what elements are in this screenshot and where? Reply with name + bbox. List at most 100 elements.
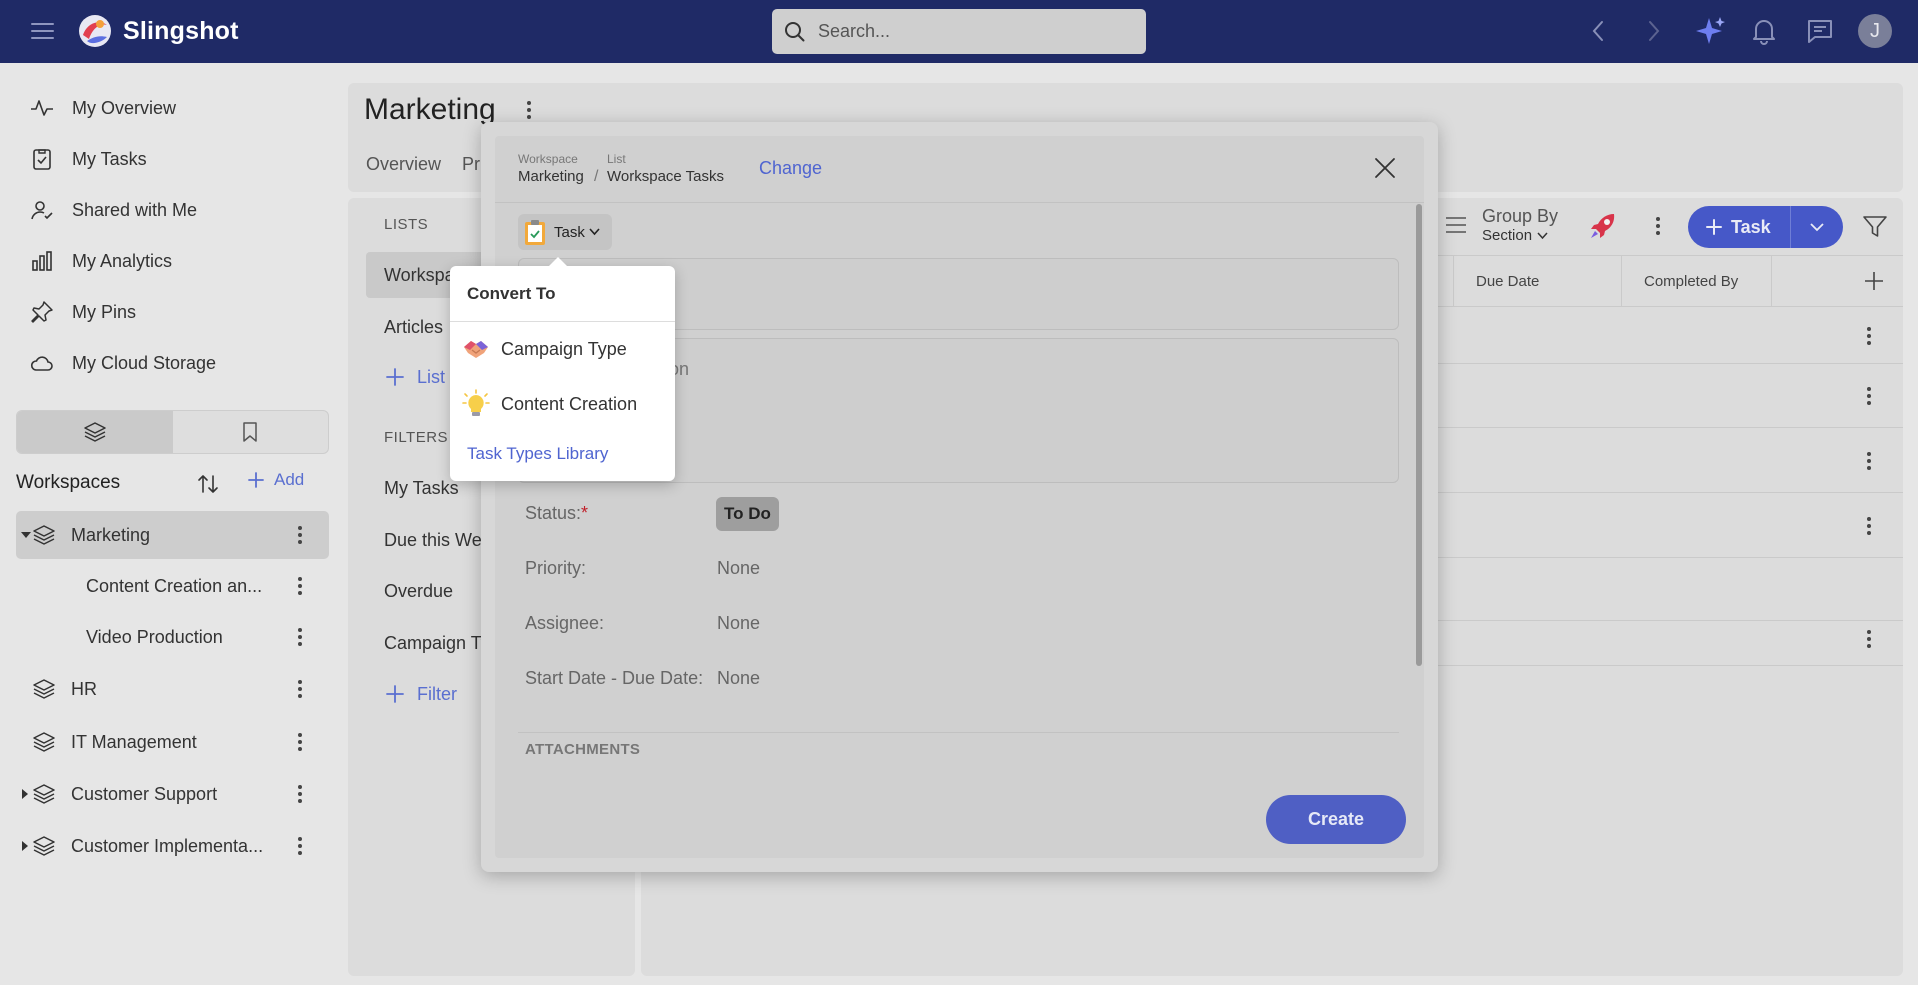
change-location-link[interactable]: Change [759, 158, 822, 179]
row-more-icon[interactable] [1866, 386, 1872, 406]
add-column-button[interactable] [1771, 255, 1903, 307]
user-avatar[interactable]: J [1858, 14, 1892, 48]
lightbulb-icon [462, 389, 490, 416]
convert-campaign-type[interactable]: Campaign Type [462, 333, 627, 365]
clipboard-task-icon [525, 220, 545, 245]
workspace-customer-support[interactable]: Customer Support [16, 770, 329, 818]
attachments-title: ATTACHMENTS [525, 741, 641, 758]
priority-value[interactable]: None [717, 558, 760, 579]
ai-sparkle-icon[interactable] [1695, 15, 1727, 47]
handshake-icon [464, 341, 488, 358]
chevron-down-icon [1537, 231, 1548, 239]
more-vertical-icon[interactable] [297, 525, 303, 545]
lists-section-title: LISTS [384, 216, 429, 233]
tab-overview[interactable]: Overview [366, 154, 441, 175]
filter-my-tasks[interactable]: My Tasks [366, 465, 459, 511]
more-vertical-icon[interactable] [297, 732, 303, 752]
nav-my-pins[interactable]: My Pins [30, 300, 136, 324]
row-more-icon[interactable] [1866, 326, 1872, 346]
nav-my-cloud-storage[interactable]: My Cloud Storage [30, 351, 216, 375]
column-due-date[interactable]: Due Date [1453, 255, 1621, 307]
nav-my-tasks[interactable]: My Tasks [30, 147, 147, 171]
filter-funnel-icon[interactable] [1862, 214, 1888, 240]
layers-icon [33, 679, 55, 699]
attachments-divider [518, 732, 1399, 733]
more-vertical-icon[interactable] [297, 576, 303, 596]
workspace-marketing[interactable]: Marketing [16, 511, 329, 559]
popover-arrow [548, 257, 568, 267]
workspaces-title: Workspaces [16, 472, 121, 493]
app-logo[interactable]: Slingshot [77, 13, 239, 49]
back-arrow-icon[interactable] [1590, 17, 1606, 45]
workspaces-header: Workspaces Add [16, 466, 329, 500]
modal-scrollbar[interactable] [1416, 204, 1422, 666]
chevron-down-icon [589, 228, 600, 236]
filter-overdue[interactable]: Overdue [366, 568, 453, 614]
new-task-dropdown[interactable] [1791, 222, 1843, 232]
nav-my-analytics[interactable]: My Analytics [30, 249, 172, 273]
workspace-video-production[interactable]: Video Production [16, 613, 329, 661]
more-vertical-icon[interactable] [297, 784, 303, 804]
search-input[interactable] [818, 21, 1118, 42]
expand-caret-icon[interactable] [22, 789, 28, 799]
more-vertical-icon[interactable] [297, 836, 303, 856]
row-more-icon[interactable] [1866, 516, 1872, 536]
clipboard-check-icon [33, 149, 51, 170]
column-completed-by[interactable]: Completed By [1621, 255, 1771, 307]
close-icon[interactable] [1374, 157, 1396, 179]
bookmarks-view-tab[interactable] [173, 411, 329, 453]
filter-due-this-week[interactable]: Due this Wee [366, 517, 492, 563]
workspaces-view-tab[interactable] [17, 411, 173, 453]
chat-icon[interactable] [1806, 17, 1834, 45]
convert-to-popover: Convert To Campaign Type Content Creatio… [450, 257, 675, 481]
tab-projects[interactable]: Pr [462, 154, 480, 175]
plus-icon [248, 472, 264, 488]
plus-icon [386, 685, 404, 703]
nav-my-overview[interactable]: My Overview [30, 96, 176, 120]
status-badge[interactable]: To Do [716, 497, 779, 531]
list-item-articles[interactable]: Articles [366, 304, 443, 350]
workspace-content-creation[interactable]: Content Creation an... [16, 562, 329, 610]
more-vertical-icon[interactable] [526, 100, 532, 120]
dates-value[interactable]: None [717, 668, 760, 689]
filter-campaign-type[interactable]: Campaign Ty [366, 620, 490, 666]
hamburger-menu-icon[interactable] [30, 19, 56, 43]
more-vertical-icon[interactable] [297, 679, 303, 699]
sort-icon[interactable] [196, 472, 220, 496]
more-vertical-icon[interactable] [1655, 216, 1661, 236]
popover-title: Convert To [467, 284, 556, 303]
workspace-customer-implementation[interactable]: Customer Implementa... [16, 822, 329, 870]
breadcrumb-separator: / [594, 168, 599, 185]
rocket-icon[interactable] [1588, 211, 1618, 241]
add-list-button[interactable]: List [384, 366, 445, 388]
bell-icon[interactable] [1752, 17, 1776, 45]
forward-arrow-icon[interactable] [1646, 17, 1662, 45]
assignee-value[interactable]: None [717, 613, 760, 634]
task-type-selector[interactable]: Task [518, 214, 612, 250]
layers-icon [33, 784, 55, 804]
group-list-icon [1446, 217, 1466, 233]
plus-icon [386, 368, 404, 386]
task-types-library-link[interactable]: Task Types Library [467, 444, 608, 464]
more-vertical-icon[interactable] [297, 627, 303, 647]
create-button[interactable]: Create [1266, 795, 1406, 844]
add-workspace-button[interactable]: Add [246, 470, 304, 490]
dates-label: Start Date - Due Date: [525, 668, 704, 688]
row-more-icon[interactable] [1866, 629, 1872, 649]
filters-section-title: FILTERS [384, 429, 449, 446]
collapse-caret-icon[interactable] [21, 532, 31, 538]
workspace-it-management[interactable]: IT Management [16, 718, 329, 766]
convert-content-creation[interactable]: Content Creation [462, 388, 637, 420]
workspace-hr[interactable]: HR [16, 665, 329, 713]
group-by-control[interactable]: Group By Section [1444, 206, 1558, 244]
row-more-icon[interactable] [1866, 451, 1872, 471]
sidebar-view-toggle [16, 410, 329, 454]
new-task-button[interactable]: Task [1688, 206, 1791, 248]
add-filter-button[interactable]: Filter [384, 683, 457, 705]
expand-caret-icon[interactable] [22, 841, 28, 851]
global-search[interactable] [772, 9, 1146, 54]
search-icon [785, 21, 805, 41]
nav-shared-with-me[interactable]: Shared with Me [30, 198, 197, 222]
priority-label: Priority: [525, 558, 587, 578]
user-check-icon [31, 201, 53, 220]
